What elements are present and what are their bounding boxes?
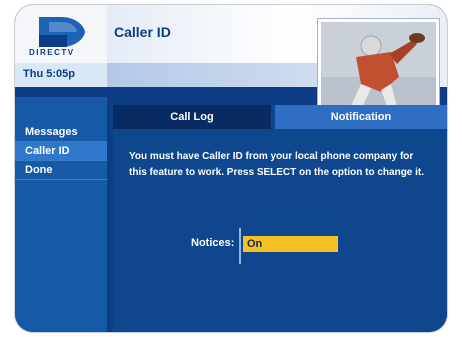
logo-area: DIRECTV <box>15 5 107 63</box>
sidebar-item-done[interactable]: Done <box>15 161 107 180</box>
sidebar-item-caller-id[interactable]: Caller ID <box>15 142 107 161</box>
notices-label: Notices: <box>191 237 235 249</box>
page-title: Caller ID <box>114 24 171 40</box>
description-text: You must have Caller ID from your local … <box>129 151 425 178</box>
sidebar-item-messages[interactable]: Messages <box>15 123 107 142</box>
clock-time: Thu 5:05p <box>23 68 75 80</box>
notices-divider <box>239 228 241 264</box>
logo-text: DIRECTV <box>29 48 75 57</box>
directv-logo-icon <box>39 17 85 47</box>
tab-call-log[interactable]: Call Log <box>113 105 271 129</box>
notification-panel: Call Log Notification You must have Call… <box>113 105 447 332</box>
notices-option[interactable]: On <box>243 236 338 252</box>
tv-screen: DIRECTV Caller ID Thu 5:05p Messages Cal… <box>15 5 447 332</box>
sidebar: Messages Caller ID Done <box>15 97 107 332</box>
tab-notification[interactable]: Notification <box>275 105 447 129</box>
football-player-thumbnail <box>321 22 436 107</box>
video-thumbnail <box>318 19 439 110</box>
